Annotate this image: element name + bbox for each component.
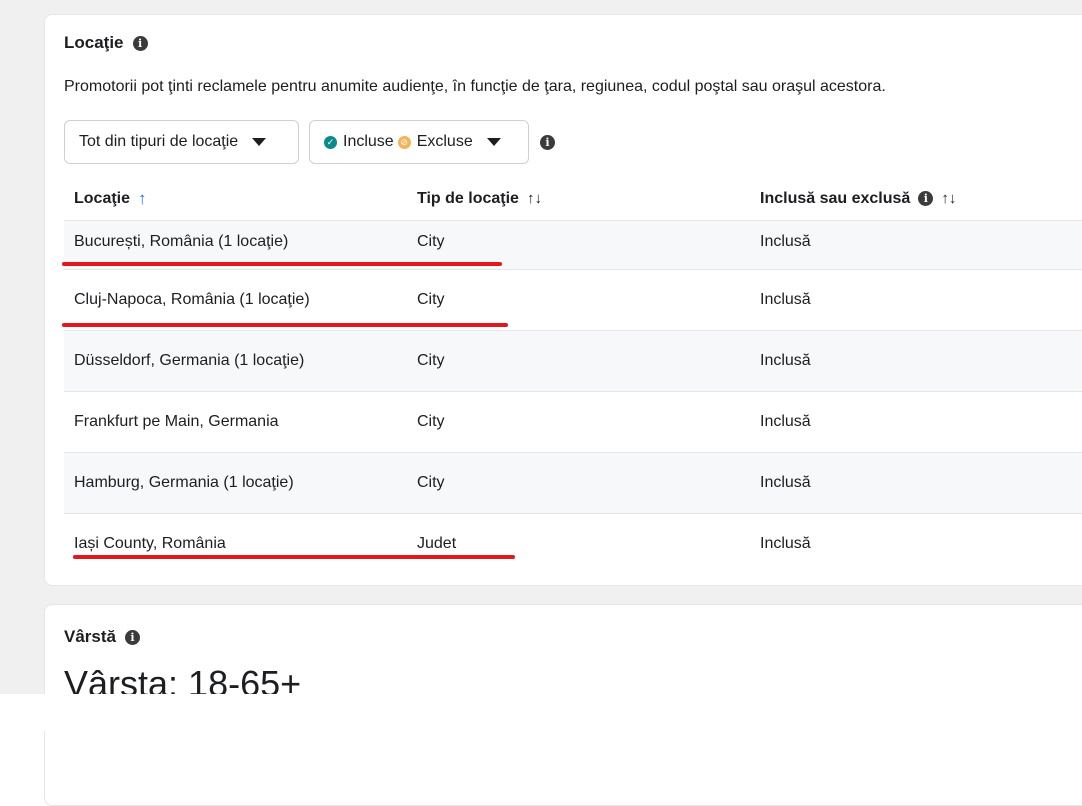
table-row: Düsseldorf, Germania (1 locaţie) City In… bbox=[64, 331, 1082, 392]
info-icon[interactable]: i bbox=[918, 191, 934, 206]
location-card: Locaţie i Promotorii pot ţinti reclamele… bbox=[44, 14, 1082, 586]
caret-down-icon bbox=[486, 138, 501, 146]
cell-status: Inclusă bbox=[760, 291, 811, 308]
cell-status: Inclusă bbox=[760, 474, 811, 491]
cell-type: City bbox=[417, 291, 445, 308]
column-label: Tip de locaţie bbox=[417, 189, 519, 207]
table-row: Cluj-Napoca, România (1 locaţie) City In… bbox=[64, 270, 1082, 331]
location-description: Promotorii pot ţinti reclamele pentru an… bbox=[64, 78, 886, 95]
include-exclude-dropdown[interactable]: ✓ Incluse ⊘ Excluse bbox=[309, 120, 529, 164]
sort-icon: ↑↓ bbox=[941, 190, 957, 207]
cell-location: Düsseldorf, Germania (1 locaţie) bbox=[74, 352, 305, 369]
annotation-underline bbox=[62, 262, 502, 266]
info-icon[interactable]: i bbox=[132, 35, 148, 51]
column-header-type[interactable]: Tip de locaţie ↑↓ bbox=[417, 190, 542, 208]
excluded-label: Excluse bbox=[416, 133, 473, 150]
cell-type: City bbox=[417, 474, 445, 491]
table-header: Locaţie ↑ Tip de locaţie ↑↓ Inclusă sau … bbox=[64, 177, 1082, 221]
table-row: Hamburg, Germania (1 locaţie) City Inclu… bbox=[64, 453, 1082, 514]
cell-location: Cluj-Napoca, România (1 locaţie) bbox=[74, 291, 310, 308]
annotation-underline bbox=[73, 555, 515, 559]
locations-table: Locaţie ↑ Tip de locaţie ↑↓ Inclusă sau … bbox=[64, 177, 1082, 552]
age-title: Vârstă bbox=[64, 627, 116, 646]
age-title-row: Vârstă i bbox=[64, 627, 140, 647]
excluded-circle-icon: ⊘ bbox=[397, 135, 411, 149]
location-title: Locaţie bbox=[64, 33, 124, 52]
cell-status: Inclusă bbox=[760, 352, 811, 369]
info-icon[interactable]: i bbox=[124, 629, 140, 645]
column-header-location[interactable]: Locaţie ↑ bbox=[74, 189, 147, 209]
column-label: Inclusă sau exclusă bbox=[760, 189, 911, 207]
cell-type: City bbox=[417, 352, 445, 369]
cell-location: Frankfurt pe Main, Germania bbox=[74, 413, 279, 430]
cell-status: Inclusă bbox=[760, 233, 811, 250]
info-icon[interactable]: i bbox=[540, 135, 555, 150]
table-row: Iași County, România Judet Inclusă bbox=[64, 514, 1082, 554]
cell-type: City bbox=[417, 413, 445, 430]
caret-down-icon bbox=[252, 138, 267, 146]
annotation-underline bbox=[62, 323, 508, 327]
table-row: Frankfurt pe Main, Germania City Inclusă bbox=[64, 392, 1082, 453]
sort-icon: ↑↓ bbox=[526, 190, 542, 207]
sort-ascending-icon: ↑ bbox=[138, 188, 147, 208]
location-title-row: Locaţie i bbox=[64, 33, 148, 53]
left-strip bbox=[0, 0, 14, 694]
cell-location: Iași County, România bbox=[74, 535, 226, 552]
location-type-label: Tot din tipuri de locaţie bbox=[79, 133, 239, 150]
location-type-dropdown[interactable]: Tot din tipuri de locaţie bbox=[64, 120, 299, 164]
bottom-blank-area bbox=[0, 694, 1082, 731]
cell-status: Inclusă bbox=[760, 535, 811, 552]
cell-type: Judet bbox=[417, 535, 457, 552]
included-label: Incluse bbox=[343, 133, 394, 150]
cell-type: City bbox=[417, 233, 445, 250]
check-circle-icon: ✓ bbox=[324, 135, 337, 149]
cell-status: Inclusă bbox=[760, 413, 811, 430]
column-header-status[interactable]: Inclusă sau exclusă i ↑↓ bbox=[760, 190, 956, 208]
cell-location: București, România (1 locaţie) bbox=[74, 233, 289, 250]
column-label: Locaţie bbox=[74, 189, 131, 207]
table-body[interactable]: București, România (1 locaţie) City Incl… bbox=[64, 221, 1082, 554]
cell-location: Hamburg, Germania (1 locaţie) bbox=[74, 474, 294, 491]
